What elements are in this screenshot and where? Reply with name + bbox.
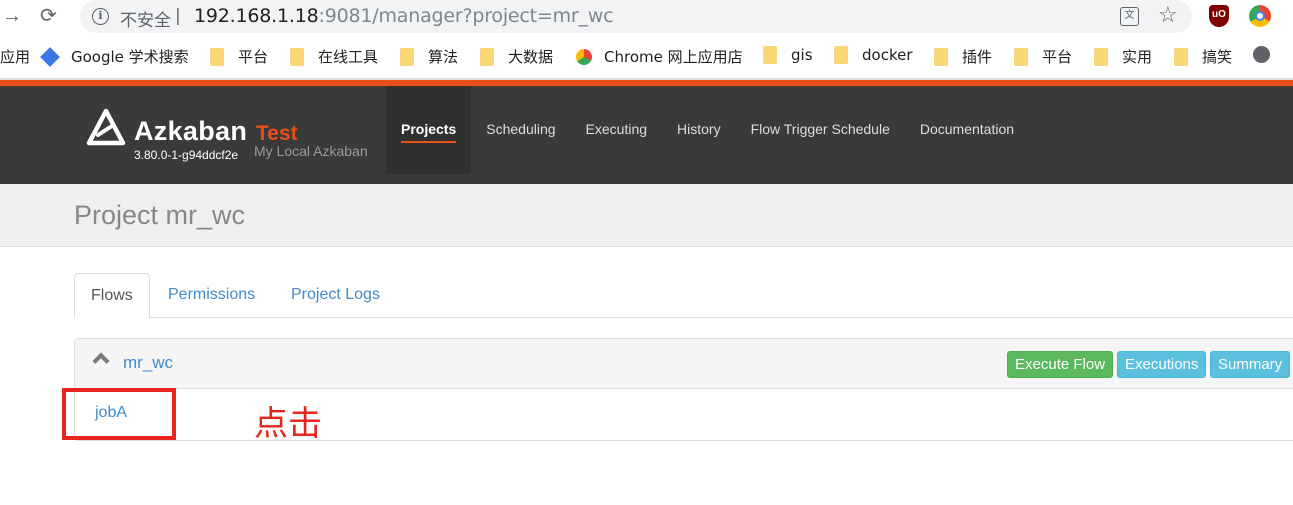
folder-icon <box>934 47 948 66</box>
nav-label: Flow Trigger Schedule <box>750 121 890 137</box>
active-underline <box>401 141 457 143</box>
azkaban-logo-icon[interactable] <box>86 108 126 148</box>
azkaban-navbar: Azkaban Test 3.80.0-1-g94ddcf2e My Local… <box>0 80 1293 184</box>
page-header: Project mr_wc <box>0 184 1293 247</box>
nav-projects[interactable]: Projects <box>386 86 472 174</box>
translate-icon[interactable]: 文 <box>1120 7 1139 26</box>
executions-button[interactable]: Executions <box>1117 351 1207 378</box>
bookmark-label: 算法 <box>428 48 459 66</box>
nav-executing[interactable]: Executing <box>571 86 662 174</box>
chrome-webstore-icon <box>576 48 592 65</box>
bookmark-label: 应用 <box>0 48 31 66</box>
bookmark-folder[interactable]: 在线工具 <box>290 46 378 67</box>
bookmark-label: 实用 <box>1122 48 1153 66</box>
bookmark-apps[interactable]: 应用 <box>0 46 30 67</box>
brand-name[interactable]: Azkaban <box>134 116 247 147</box>
execute-flow-button[interactable]: Execute Flow <box>1007 351 1114 378</box>
bookmark-label: Chrome 网上应用店 <box>604 48 743 66</box>
bookmark-google-scholar[interactable]: Google 学术搜索 <box>40 46 189 67</box>
bookmark-folder[interactable]: docker <box>834 46 913 64</box>
annotation-highlight-box <box>62 388 176 440</box>
instance-subtitle: My Local Azkaban <box>254 143 368 159</box>
tab-flows[interactable]: Flows <box>74 273 150 319</box>
folder-icon <box>210 47 224 66</box>
folder-icon <box>480 47 494 66</box>
nav-label: Executing <box>585 121 648 137</box>
main-nav: Projects Scheduling Executing History Fl… <box>386 86 1029 174</box>
page-title: Project mr_wc <box>74 200 246 230</box>
folder-icon <box>763 46 777 64</box>
bookmark-folder[interactable]: 平台 <box>1014 46 1072 67</box>
back-arrow-icon[interactable]: → <box>2 4 22 28</box>
tab-permissions[interactable]: Permissions <box>152 273 271 318</box>
nav-flow-trigger-schedule[interactable]: Flow Trigger Schedule <box>736 86 905 174</box>
chrome-extension-icon[interactable] <box>1249 5 1271 27</box>
folder-icon <box>834 46 848 64</box>
browser-toolbar: → ⟳ i 不安全 | 192.168.1.18:9081/manager?pr… <box>0 0 1293 34</box>
bookmark-label: 大数据 <box>508 48 554 66</box>
version-label: 3.80.0-1-g94ddcf2e <box>134 148 239 162</box>
nav-scheduling[interactable]: Scheduling <box>471 86 570 174</box>
bookmark-label: Google 学术搜索 <box>71 48 189 66</box>
folder-icon <box>1014 47 1028 66</box>
flow-panel-heading: mr_wc Execute Flow Executions Summary <box>75 339 1293 389</box>
bookmark-folder[interactable]: 大数据 <box>480 46 553 67</box>
bookmark-globe[interactable] <box>1253 46 1270 63</box>
url-text[interactable]: 192.168.1.18:9081/manager?project=mr_wc <box>194 5 614 27</box>
bookmark-label: 平台 <box>238 48 269 66</box>
reload-icon[interactable]: ⟳ <box>40 4 57 28</box>
bookmarks-bar: 应用 Google 学术搜索 平台 在线工具 算法 大数据 Chrome 网上应… <box>0 34 1293 78</box>
folder-icon <box>1174 47 1188 66</box>
flow-name-link[interactable]: mr_wc <box>123 353 173 373</box>
globe-icon <box>1253 46 1270 63</box>
nav-label: Projects <box>401 121 457 137</box>
bookmark-label: 插件 <box>962 48 993 66</box>
summary-button[interactable]: Summary <box>1210 351 1291 378</box>
nav-documentation[interactable]: Documentation <box>905 86 1029 174</box>
address-bar[interactable]: i 不安全 | 192.168.1.18:9081/manager?projec… <box>80 0 1192 33</box>
url-host: 192.168.1.18 <box>194 5 319 27</box>
bookmark-label: 搞笑 <box>1202 48 1233 66</box>
annotation-text: 点击 <box>254 404 322 444</box>
nav-label: History <box>677 121 721 137</box>
url-separator: | <box>175 6 181 26</box>
bookmark-folder[interactable]: 插件 <box>934 46 992 67</box>
chevron-up-icon[interactable] <box>92 352 110 370</box>
bookmark-folder[interactable]: 搞笑 <box>1174 46 1232 67</box>
project-tabs: Flows Permissions Project Logs <box>74 273 1293 319</box>
nav-label: Scheduling <box>486 121 556 137</box>
star-icon[interactable]: ☆ <box>1158 2 1178 28</box>
ublock-icon[interactable]: uO <box>1209 5 1229 27</box>
bookmark-label: 在线工具 <box>318 48 379 66</box>
nav-label: Documentation <box>919 121 1015 137</box>
nav-history[interactable]: History <box>662 86 736 174</box>
bookmark-folder[interactable]: gis <box>763 46 813 64</box>
tab-project-logs[interactable]: Project Logs <box>275 273 396 318</box>
google-scholar-icon <box>40 46 60 67</box>
bookmark-folder[interactable]: 算法 <box>400 46 458 67</box>
folder-icon <box>400 47 414 66</box>
bookmark-chrome-webstore[interactable]: Chrome 网上应用店 <box>576 46 743 67</box>
bookmark-folder[interactable]: 平台 <box>210 46 268 67</box>
folder-icon <box>290 47 304 66</box>
bookmark-label: 平台 <box>1042 48 1073 66</box>
bookmark-label: gis <box>791 46 813 64</box>
bookmark-label: docker <box>862 46 913 64</box>
folder-icon <box>1094 47 1108 66</box>
insecure-label: 不安全 <box>120 11 171 31</box>
info-icon[interactable]: i <box>92 8 109 25</box>
bookmark-folder[interactable]: 实用 <box>1094 46 1152 67</box>
url-path: :9081/manager?project=mr_wc <box>318 5 614 27</box>
